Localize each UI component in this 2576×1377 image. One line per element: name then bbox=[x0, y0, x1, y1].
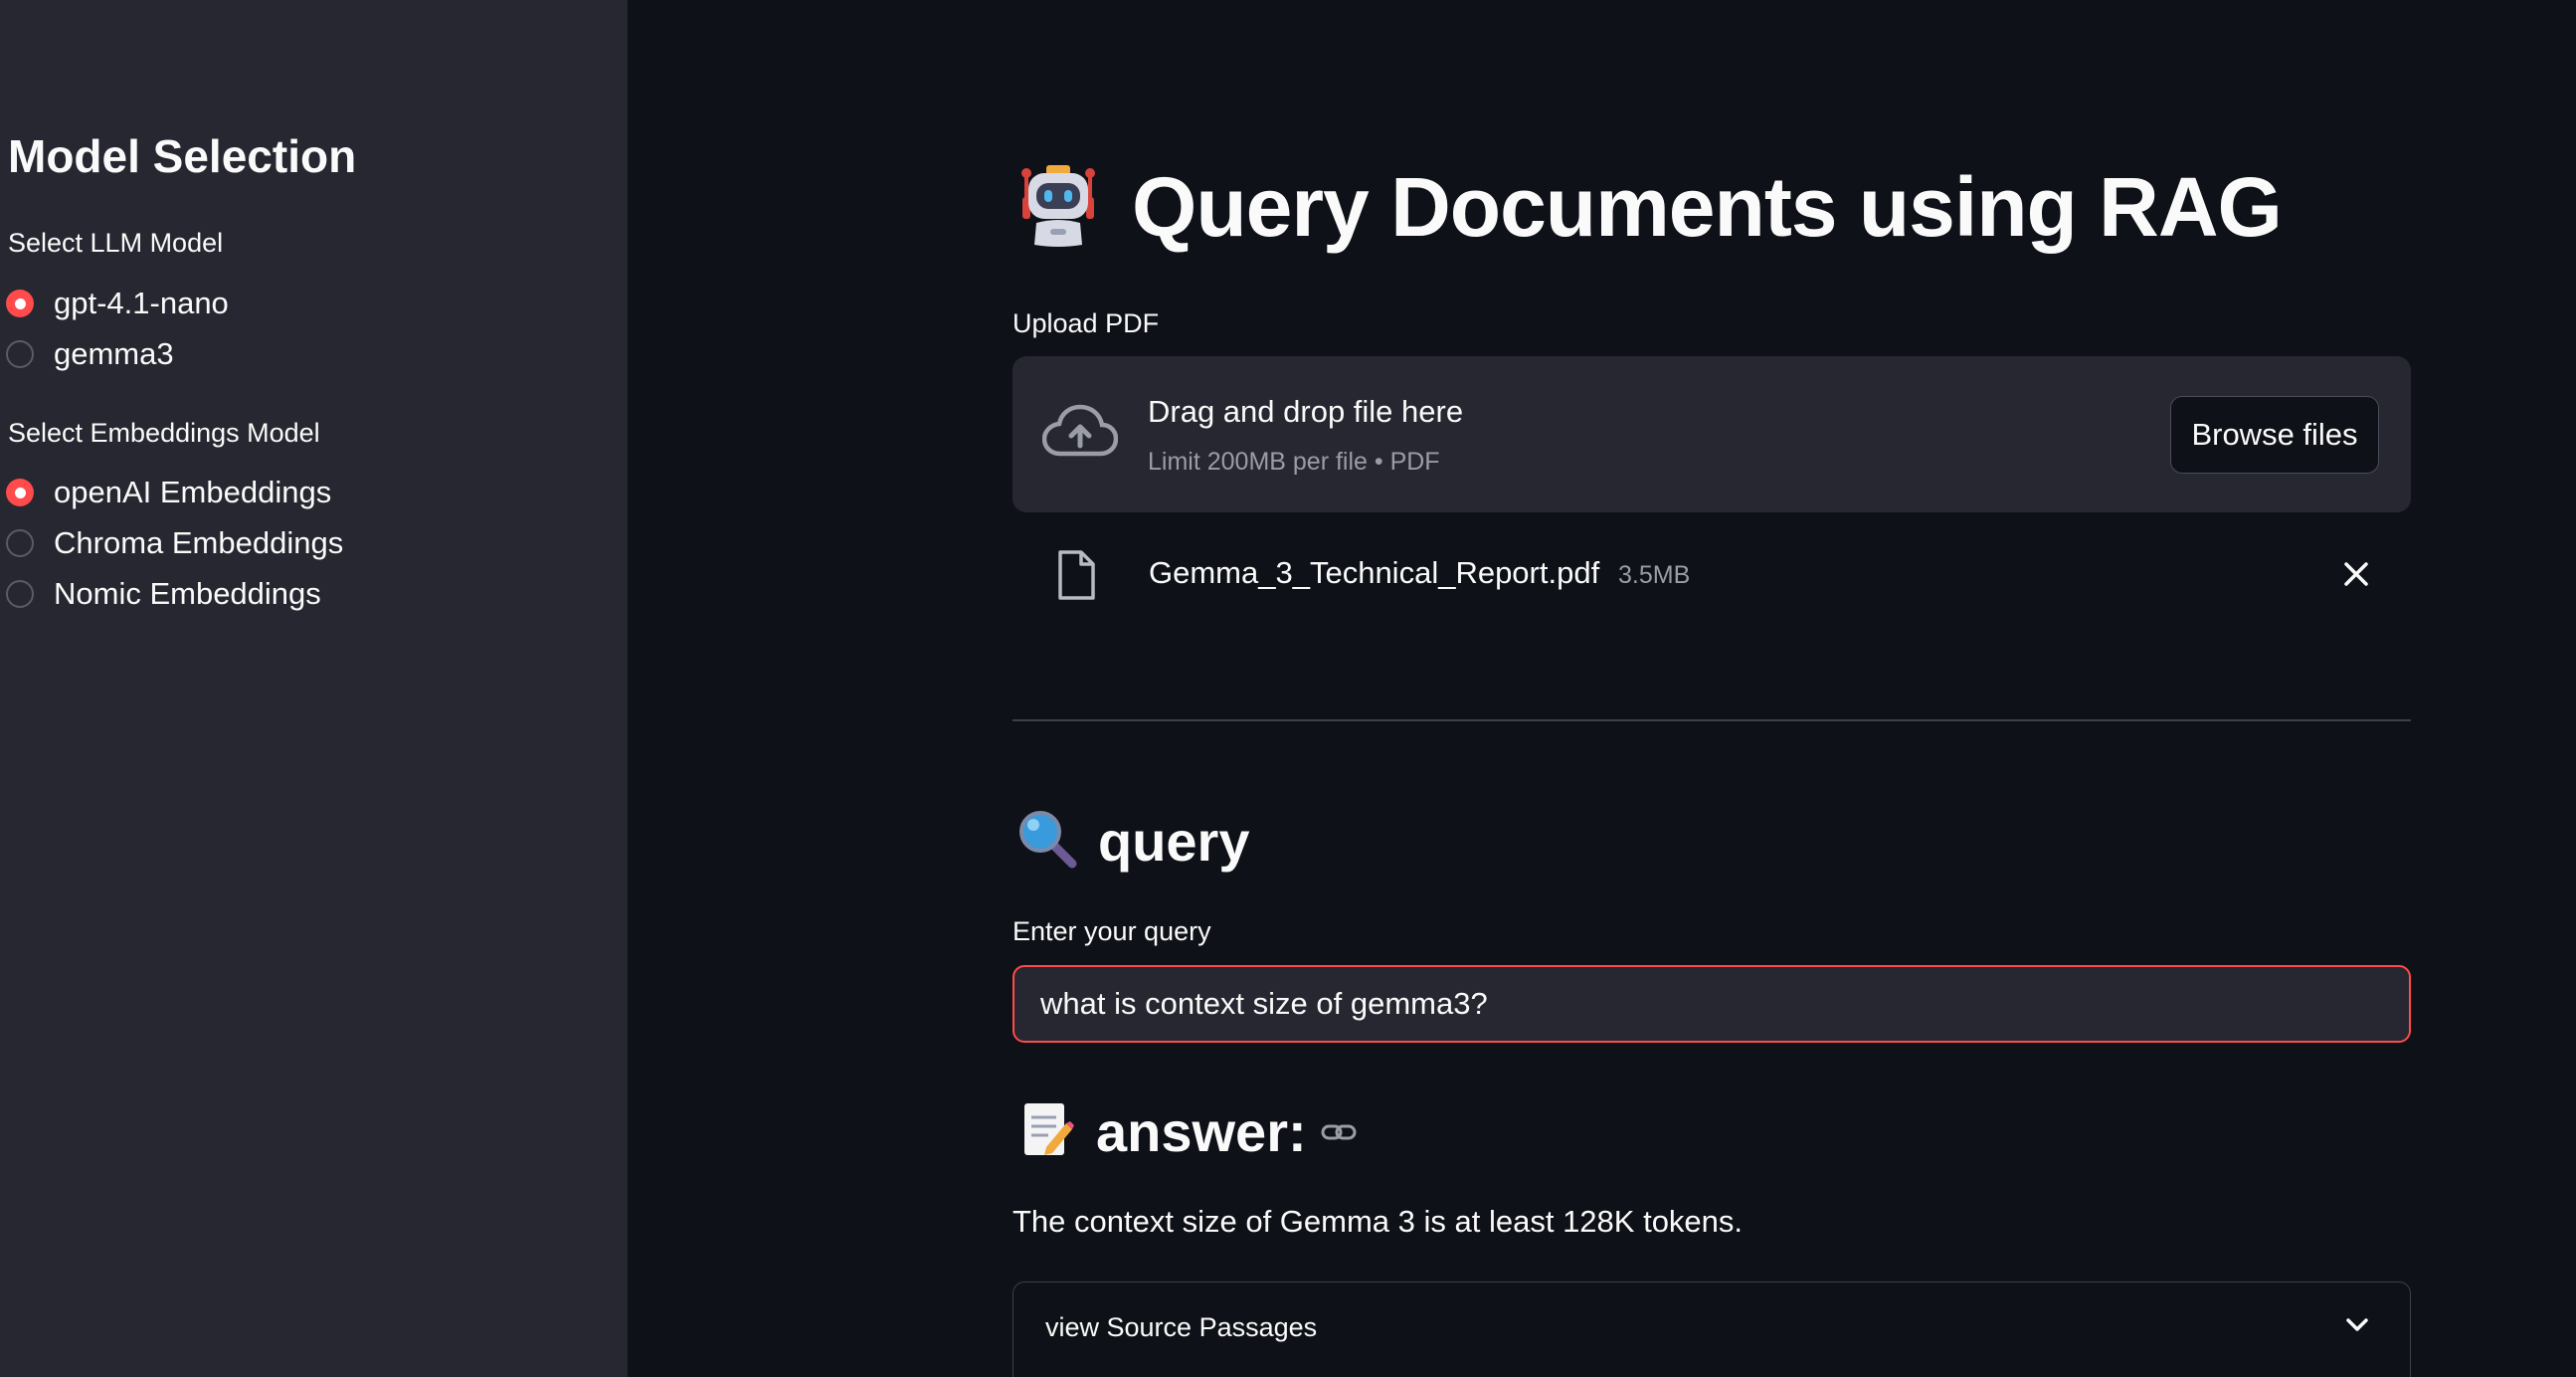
upload-label: Upload PDF bbox=[1012, 308, 1160, 338]
uploaded-file: Gemma_3_Technical_Report.pdf 3.5MB bbox=[1012, 547, 2411, 607]
llm-model-label: Select LLM Model bbox=[8, 228, 224, 258]
radio-option-label: Chroma Embeddings bbox=[54, 525, 344, 560]
radio-button-selected[interactable] bbox=[6, 479, 34, 506]
page-title: Query Documents using RAG bbox=[1132, 160, 2283, 254]
source-passages-expander[interactable]: view Source Passages bbox=[1012, 1281, 2411, 1377]
divider bbox=[1012, 719, 2411, 721]
file-name: Gemma_3_Technical_Report.pdf bbox=[1149, 555, 1600, 590]
radio-option-label: gpt-4.1-nano bbox=[54, 286, 229, 320]
radio-option-label: openAI Embeddings bbox=[54, 475, 332, 509]
answer-text: The context size of Gemma 3 is at least … bbox=[1012, 1204, 1744, 1239]
query-heading: query bbox=[1016, 808, 1250, 875]
page-header: Query Documents using RAG bbox=[1012, 159, 2283, 256]
cloud-upload-icon bbox=[1041, 402, 1119, 467]
memo-icon bbox=[1016, 1099, 1076, 1164]
close-icon[interactable] bbox=[2341, 559, 2371, 594]
browse-files-button[interactable]: Browse files bbox=[2170, 396, 2379, 474]
radio-option-gpt-4-1-nano[interactable]: gpt-4.1-nano bbox=[6, 284, 229, 323]
chevron-down-icon bbox=[2344, 1316, 2370, 1339]
sidebar-title: Model Selection bbox=[8, 130, 357, 182]
file-icon bbox=[1056, 549, 1096, 606]
dropzone-limit: Limit 200MB per file • PDF bbox=[1148, 448, 1440, 476]
radio-option-openai-embeddings[interactable]: openAI Embeddings bbox=[6, 473, 331, 512]
file-size: 3.5MB bbox=[1618, 561, 1691, 589]
radio-button[interactable] bbox=[6, 529, 34, 557]
robot-icon bbox=[1012, 159, 1104, 256]
radio-option-label: Nomic Embeddings bbox=[54, 576, 321, 611]
answer-heading: answer: bbox=[1016, 1099, 1357, 1164]
radio-option-nomic-embeddings[interactable]: Nomic Embeddings bbox=[6, 574, 321, 614]
magnifier-icon bbox=[1016, 808, 1078, 875]
radio-button[interactable] bbox=[6, 580, 34, 608]
radio-option-label: gemma3 bbox=[54, 336, 174, 371]
query-input-label: Enter your query bbox=[1012, 916, 1211, 946]
answer-heading-text: answer: bbox=[1096, 1100, 1307, 1163]
embeddings-model-label: Select Embeddings Model bbox=[8, 418, 320, 448]
dropzone-instructions: Drag and drop file here bbox=[1148, 394, 1464, 429]
link-icon[interactable] bbox=[1321, 1121, 1357, 1148]
sidebar: Model Selection Select LLM Model gpt-4.1… bbox=[0, 0, 628, 1377]
radio-button-selected[interactable] bbox=[6, 290, 34, 317]
query-heading-text: query bbox=[1098, 810, 1250, 873]
radio-option-gemma3[interactable]: gemma3 bbox=[6, 334, 174, 374]
file-dropzone[interactable]: Drag and drop file here Limit 200MB per … bbox=[1012, 356, 2411, 512]
radio-option-chroma-embeddings[interactable]: Chroma Embeddings bbox=[6, 523, 343, 563]
radio-button[interactable] bbox=[6, 340, 34, 368]
query-input[interactable] bbox=[1012, 965, 2411, 1043]
expander-label: view Source Passages bbox=[1045, 1312, 1318, 1342]
